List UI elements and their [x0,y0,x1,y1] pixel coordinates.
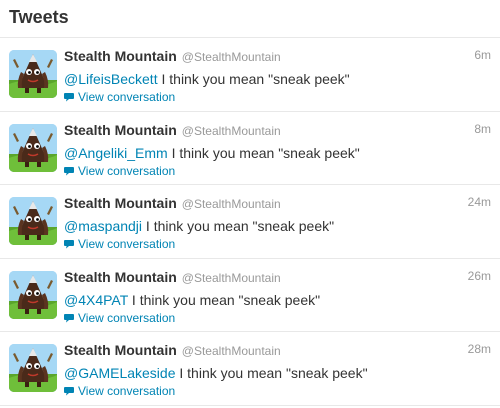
mention-link[interactable]: @GAMELakeside [64,365,175,381]
avatar[interactable] [9,123,57,172]
view-conversation-link[interactable]: View conversation [64,236,492,252]
tweet-text: @Angeliki_Emm I think you mean "sneak pe… [64,144,492,162]
tweet-content: Stealth Mountain @StealthMountain 24m @m… [64,195,492,252]
stealth-mountain-avatar-icon [9,270,57,319]
tweet[interactable]: Stealth Mountain @StealthMountain 26m @4… [0,259,500,333]
stealth-mountain-avatar-icon [9,123,57,172]
tweet-body: I think you mean "sneak peek" [128,291,321,308]
tweet-timestamp[interactable]: 24m [468,195,491,209]
tweet-body: I think you mean "sneak peek" [142,218,335,235]
tweet-fullname[interactable]: Stealth Mountain [64,269,177,285]
tweet-body: I think you mean "sneak peek" [167,144,360,161]
tweet-content: Stealth Mountain @StealthMountain 6m @Li… [64,48,492,105]
mention-link[interactable]: @LifeisBeckett [64,71,158,87]
tweet-body: I think you mean "sneak peek" [157,71,350,87]
tweet-list: Stealth Mountain @StealthMountain 6m @Li… [0,38,500,406]
view-conversation-label: View conversation [78,310,176,325]
tweet-username[interactable]: @StealthMountain [182,344,281,358]
avatar[interactable] [9,270,57,319]
tweet-header: Stealth Mountain @StealthMountain [64,122,492,140]
tweet-username[interactable]: @StealthMountain [182,124,281,138]
tweet-timestamp[interactable]: 28m [468,342,491,356]
tweet-header: Stealth Mountain @StealthMountain [64,269,492,287]
speech-bubble-icon [64,166,74,176]
tweet-text: @GAMELakeside I think you mean "sneak pe… [64,364,492,382]
view-conversation-link[interactable]: View conversation [64,383,492,399]
tweet-text: @maspandji I think you mean "sneak peek" [64,217,492,235]
page-title: Tweets [9,7,69,27]
tweet[interactable]: Stealth Mountain @StealthMountain 28m @G… [0,332,500,406]
tweet-stream: Tweets Stealth Mountain @StealthMountain… [0,0,500,408]
speech-bubble-icon [64,239,74,249]
avatar[interactable] [9,50,57,98]
view-conversation-label: View conversation [78,163,176,178]
tweet[interactable]: Stealth Mountain @StealthMountain 24m @m… [0,185,500,259]
tweet-content: Stealth Mountain @StealthMountain 8m @An… [64,122,492,179]
tweet-fullname[interactable]: Stealth Mountain [64,195,177,211]
tweet-text: @LifeisBeckett I think you mean "sneak p… [64,70,492,88]
view-conversation-label: View conversation [78,90,176,104]
tweet-fullname[interactable]: Stealth Mountain [64,122,177,138]
tweet[interactable]: Stealth Mountain @StealthMountain 8m @An… [0,112,500,186]
speech-bubble-icon [64,386,74,396]
stealth-mountain-avatar-icon [9,197,57,246]
tweet-timestamp[interactable]: 6m [474,48,491,62]
tweet-username[interactable]: @StealthMountain [182,197,281,211]
tweet-fullname[interactable]: Stealth Mountain [64,48,177,64]
view-conversation-link[interactable]: View conversation [64,163,492,179]
tweet-username[interactable]: @StealthMountain [182,271,281,285]
tweet-header: Stealth Mountain @StealthMountain [64,48,492,66]
tweet-content: Stealth Mountain @StealthMountain 26m @4… [64,269,492,326]
tweet-timestamp[interactable]: 26m [468,269,491,283]
stealth-mountain-avatar-icon [9,50,57,98]
stream-header: Tweets [0,0,500,38]
mention-link[interactable]: @4X4PAT [64,292,128,308]
mention-link[interactable]: @Angeliki_Emm [64,145,168,161]
tweet-text: @4X4PAT I think you mean "sneak peek" [64,291,492,309]
speech-bubble-icon [64,313,74,323]
tweet-header: Stealth Mountain @StealthMountain [64,195,492,213]
view-conversation-label: View conversation [78,384,176,399]
tweet-content: Stealth Mountain @StealthMountain 28m @G… [64,342,492,399]
stealth-mountain-avatar-icon [9,344,57,393]
tweet-username[interactable]: @StealthMountain [182,50,281,64]
tweet-timestamp[interactable]: 8m [474,122,491,136]
mention-link[interactable]: @maspandji [64,218,142,234]
avatar[interactable] [9,197,57,246]
tweet[interactable]: Stealth Mountain @StealthMountain 6m @Li… [0,38,500,112]
avatar[interactable] [9,344,57,393]
tweet-body: I think you mean "sneak peek" [175,365,368,382]
tweet-header: Stealth Mountain @StealthMountain [64,342,492,360]
view-conversation-label: View conversation [78,237,176,252]
view-conversation-link[interactable]: View conversation [64,310,492,326]
tweet-fullname[interactable]: Stealth Mountain [64,342,177,358]
view-conversation-link[interactable]: View conversation [64,89,492,105]
speech-bubble-icon [64,92,74,102]
